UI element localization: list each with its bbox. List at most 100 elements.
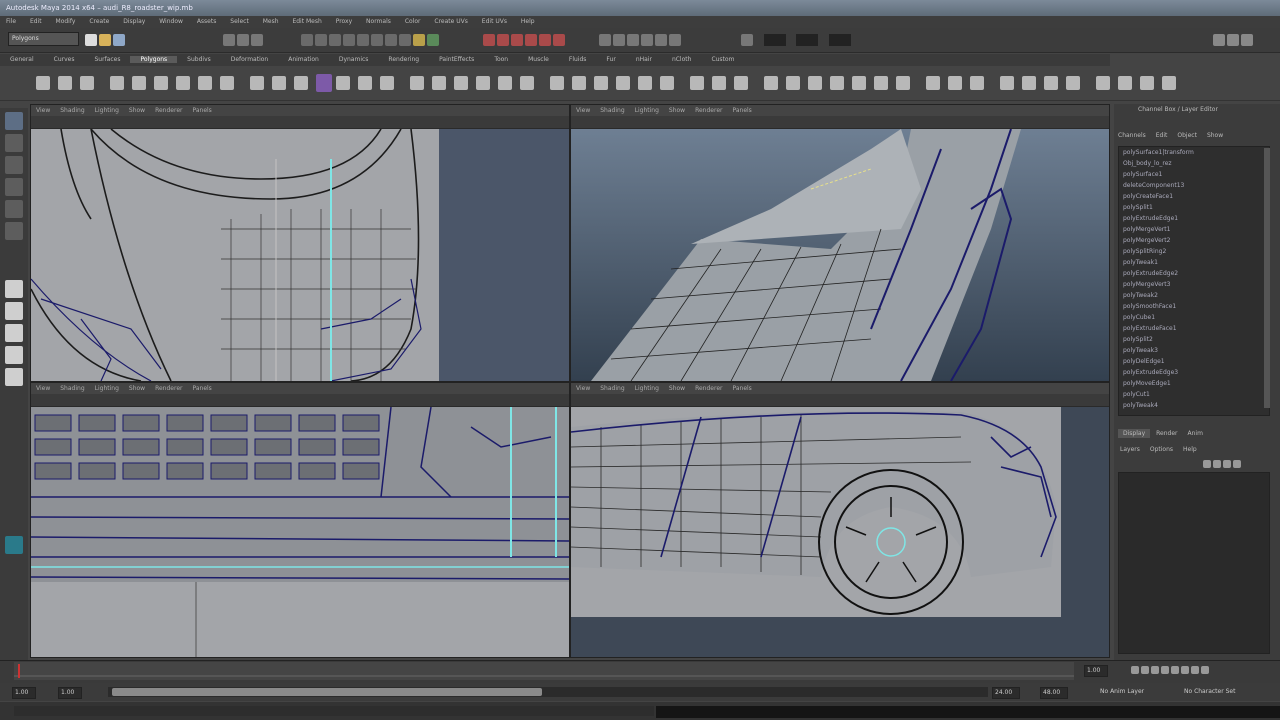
cb-tab-edit[interactable]: Edit (1156, 132, 1168, 139)
cb-tab-channels[interactable]: Channels (1118, 132, 1146, 139)
save-scene-icon[interactable] (113, 34, 125, 46)
menu-assets[interactable]: Assets (197, 18, 217, 25)
current-frame-field[interactable]: 1.00 (1084, 665, 1108, 677)
panel-menu-panels[interactable]: Panels (192, 385, 211, 392)
go-to-start-icon[interactable] (1131, 666, 1139, 674)
four-view-layout-icon[interactable] (5, 302, 23, 320)
new-layer-icon[interactable] (1203, 460, 1211, 468)
list-item[interactable]: polyCube1 (1119, 312, 1269, 323)
menu-color[interactable]: Color (405, 18, 421, 25)
mask-lock-icon[interactable] (413, 34, 425, 46)
menu-mesh[interactable]: Mesh (263, 18, 279, 25)
input-field-2[interactable] (796, 34, 819, 46)
panel-menu-shading[interactable]: Shading (600, 385, 624, 392)
list-item[interactable]: polySurface1 (1119, 169, 1269, 180)
list-item[interactable]: Obj_body_lo_rez (1119, 158, 1269, 169)
render-settings-icon[interactable] (655, 34, 667, 46)
time-ruler[interactable] (14, 662, 1094, 682)
list-item[interactable]: polyTweak3 (1119, 345, 1269, 356)
select-object-icon[interactable] (237, 34, 249, 46)
mask-deform-icon[interactable] (357, 34, 369, 46)
panel-menu-lighting[interactable]: Lighting (635, 385, 659, 392)
play-backwards-icon[interactable] (1161, 666, 1169, 674)
step-back-key-icon[interactable] (1141, 666, 1149, 674)
start-time-field[interactable]: 1.00 (12, 687, 36, 699)
shelf-tab-toon[interactable]: Toon (484, 56, 518, 63)
menu-normals[interactable]: Normals (366, 18, 391, 25)
list-item[interactable]: polyMergeVert3 (1119, 279, 1269, 290)
mask-rendering-icon[interactable] (385, 34, 397, 46)
shelf-tab-painteffects[interactable]: PaintEffects (429, 56, 484, 63)
history-scrollbar[interactable] (1264, 148, 1270, 408)
list-item[interactable]: polyMergeVert1 (1119, 224, 1269, 235)
panel-menu-panels[interactable]: Panels (732, 385, 751, 392)
show-channel-box-icon[interactable] (1241, 34, 1253, 46)
mask-surfaces-icon[interactable] (343, 34, 355, 46)
panel-menu-shading[interactable]: Shading (60, 385, 84, 392)
list-item[interactable]: polyExtrudeEdge3 (1119, 367, 1269, 378)
shelf-tab-surfaces[interactable]: Surfaces (84, 56, 130, 63)
panel-menu-view[interactable]: View (576, 385, 590, 392)
mask-misc-icon[interactable] (399, 34, 411, 46)
panel-menu-show[interactable]: Show (669, 107, 685, 114)
new-layer-selected-icon[interactable] (1213, 460, 1221, 468)
shelf-tab-dynamics[interactable]: Dynamics (329, 56, 379, 63)
render-view-icon[interactable] (613, 34, 625, 46)
panel-menu-view[interactable]: View (576, 107, 590, 114)
mask-joints-icon[interactable] (315, 34, 327, 46)
list-item[interactable]: polyDelEdge1 (1119, 356, 1269, 367)
input-mode-icon[interactable] (741, 34, 753, 46)
panel-menu-renderer[interactable]: Renderer (695, 385, 722, 392)
shelf-tab-polygons[interactable]: Polygons (130, 56, 178, 63)
snap-view-plane-icon[interactable] (525, 34, 537, 46)
list-item[interactable]: polySplit1 (1119, 202, 1269, 213)
panel-menu-shading[interactable]: Shading (60, 107, 84, 114)
panel-menu-show[interactable]: Show (129, 385, 145, 392)
shelf-tab-fluids[interactable]: Fluids (559, 56, 597, 63)
list-item[interactable]: polyCut1 (1119, 389, 1269, 400)
move-layer-down-icon[interactable] (1233, 460, 1241, 468)
panel-menu-shading[interactable]: Shading (600, 107, 624, 114)
cb-tab-show[interactable]: Show (1207, 132, 1223, 139)
panel-menu-renderer[interactable]: Renderer (695, 107, 722, 114)
list-item[interactable]: polyCreateFace1 (1119, 191, 1269, 202)
panel-menu-panels[interactable]: Panels (732, 107, 751, 114)
go-to-end-icon[interactable] (1201, 666, 1209, 674)
layer-tab-anim[interactable]: Anim (1188, 430, 1203, 437)
snap-curve-icon[interactable] (497, 34, 509, 46)
mask-dynamics-icon[interactable] (371, 34, 383, 46)
menu-file[interactable]: File (6, 18, 16, 25)
persp-outliner-layout-icon[interactable] (5, 324, 23, 342)
shelf-tab-custom[interactable]: Custom (701, 56, 744, 63)
mel-input[interactable] (14, 706, 654, 716)
viewport-side[interactable] (571, 407, 1109, 657)
panel-toolbar[interactable] (571, 394, 1109, 407)
layer-menu-help[interactable]: Help (1183, 446, 1197, 453)
script-editor-icon[interactable] (5, 536, 23, 554)
history-icon[interactable] (599, 34, 611, 46)
menu-proxy[interactable]: Proxy (336, 18, 352, 25)
menu-select[interactable]: Select (230, 18, 249, 25)
menu-edit-uvs[interactable]: Edit UVs (482, 18, 507, 25)
cb-tab-object[interactable]: Object (1177, 132, 1197, 139)
paint-select-tool-icon[interactable] (5, 156, 23, 174)
layer-menu-layers[interactable]: Layers (1120, 446, 1140, 453)
list-item[interactable]: polySplitRing2 (1119, 246, 1269, 257)
panel-toolbar[interactable] (31, 116, 569, 129)
move-tool-icon[interactable] (5, 178, 23, 196)
snap-grid-icon[interactable] (483, 34, 495, 46)
panel-menu-lighting[interactable]: Lighting (95, 385, 119, 392)
menu-window[interactable]: Window (159, 18, 183, 25)
shelf-tab-general[interactable]: General (0, 56, 44, 63)
mask-curves-icon[interactable] (329, 34, 341, 46)
layer-list[interactable] (1118, 472, 1270, 654)
panel-toolbar[interactable] (571, 116, 1109, 129)
panel-menu-view[interactable]: View (36, 385, 50, 392)
lasso-tool-icon[interactable] (5, 134, 23, 152)
range-handle[interactable] (112, 688, 542, 696)
mask-handles-icon[interactable] (301, 34, 313, 46)
character-set-label[interactable]: No Character Set (1184, 688, 1235, 695)
open-scene-icon[interactable] (99, 34, 111, 46)
scale-tool-icon[interactable] (5, 222, 23, 240)
snap-point-icon[interactable] (511, 34, 523, 46)
